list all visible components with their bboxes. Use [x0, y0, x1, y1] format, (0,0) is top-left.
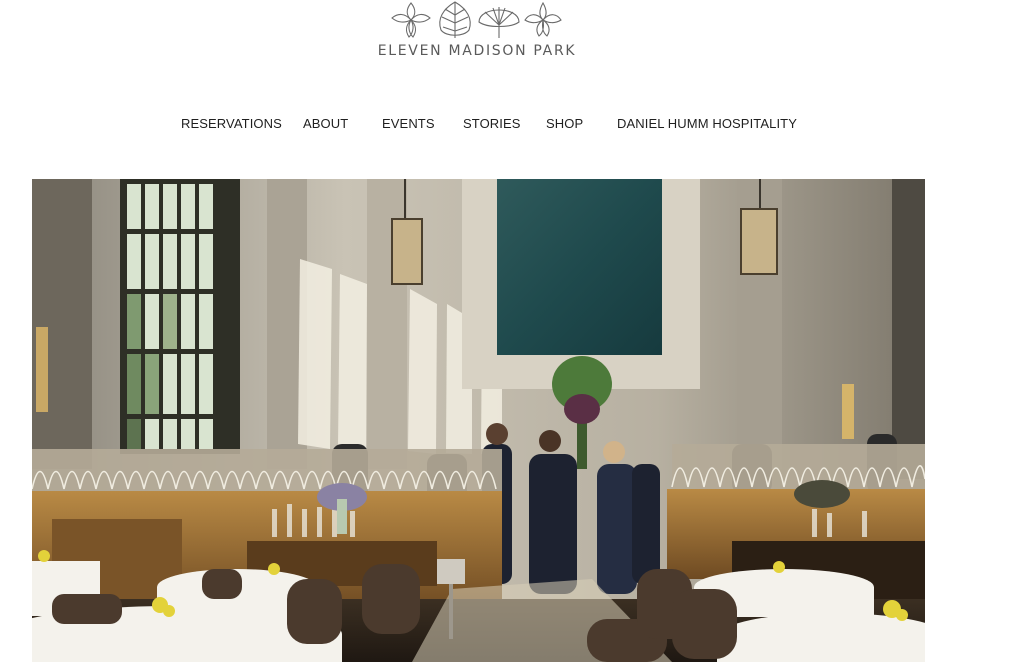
nav-item-daniel-humm-hospitality[interactable]: DANIEL HUMM HOSPITALITY — [617, 114, 797, 134]
nav-item-events[interactable]: EVENTS — [382, 114, 435, 134]
nav-item-shop[interactable]: SHOP — [546, 114, 583, 134]
dining-room-illustration — [32, 179, 925, 662]
main-nav: RESERVATIONS ABOUT EVENTS STORIES SHOP D… — [0, 114, 1024, 134]
nav-item-about[interactable]: ABOUT — [303, 114, 348, 134]
nav-item-stories[interactable]: STORIES — [463, 114, 521, 134]
leaf-mark-icon — [391, 1, 562, 38]
hero-image — [32, 179, 925, 662]
home-logo-link[interactable]: ELEVEN MADISON PARK — [370, 0, 584, 66]
nav-item-reservations[interactable]: RESERVATIONS — [181, 114, 282, 134]
logo-wordmark: ELEVEN MADISON PARK — [377, 43, 577, 59]
